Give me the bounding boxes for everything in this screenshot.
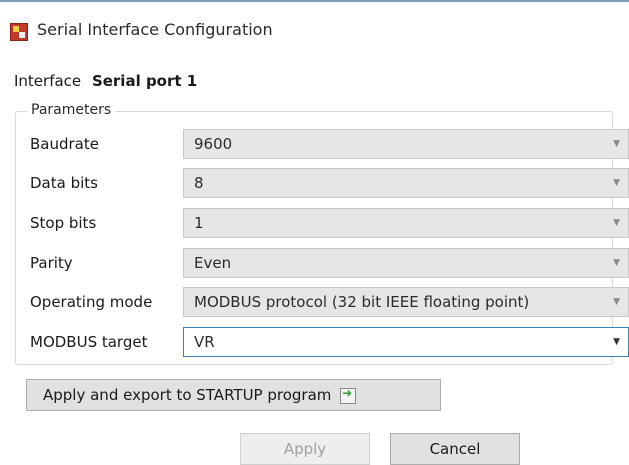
baudrate-label: Baudrate xyxy=(30,135,99,153)
chevron-down-icon: ▼ xyxy=(613,178,620,188)
data-bits-value: 8 xyxy=(194,174,204,192)
apply-export-label: Apply and export to STARTUP program xyxy=(43,386,332,404)
app-config-icon xyxy=(10,23,28,41)
apply-button[interactable]: Apply xyxy=(240,433,370,465)
chevron-down-icon: ▼ xyxy=(613,218,620,228)
cancel-button[interactable]: Cancel xyxy=(390,433,520,465)
parameters-legend: Parameters xyxy=(27,102,116,118)
interface-row: Interface Serial port 1 xyxy=(14,72,197,90)
parity-label: Parity xyxy=(30,254,73,272)
operating-mode-select[interactable]: MODBUS protocol (32 bit IEEE floating po… xyxy=(183,287,629,317)
modbus-target-value: VR xyxy=(194,333,215,351)
interface-value: Serial port 1 xyxy=(91,72,198,90)
chevron-down-icon: ▼ xyxy=(613,337,620,347)
baudrate-select[interactable]: 9600 ▼ xyxy=(183,129,629,159)
chevron-down-icon: ▼ xyxy=(613,139,620,149)
stop-bits-label: Stop bits xyxy=(30,214,97,232)
chevron-down-icon: ▼ xyxy=(613,297,620,307)
export-arrow-icon: ➜ xyxy=(340,386,357,404)
modbus-target-label: MODBUS target xyxy=(30,333,148,351)
chevron-down-icon: ▼ xyxy=(613,258,620,268)
data-bits-label: Data bits xyxy=(30,174,98,192)
apply-export-startup-button[interactable]: Apply and export to STARTUP program ➜ xyxy=(26,379,441,411)
window-title: Serial Interface Configuration xyxy=(37,20,273,39)
modbus-target-select[interactable]: VR ▼ xyxy=(183,327,629,357)
interface-label: Interface xyxy=(14,72,82,90)
operating-mode-value: MODBUS protocol (32 bit IEEE floating po… xyxy=(194,293,530,311)
stop-bits-value: 1 xyxy=(194,214,204,232)
baudrate-value: 9600 xyxy=(194,135,233,153)
title-bar: Serial Interface Configuration xyxy=(0,0,629,44)
data-bits-select[interactable]: 8 ▼ xyxy=(183,168,629,198)
operating-mode-label: Operating mode xyxy=(30,293,153,311)
stop-bits-select[interactable]: 1 ▼ xyxy=(183,208,629,238)
parity-select[interactable]: Even ▼ xyxy=(183,248,629,278)
parity-value: Even xyxy=(194,254,232,272)
